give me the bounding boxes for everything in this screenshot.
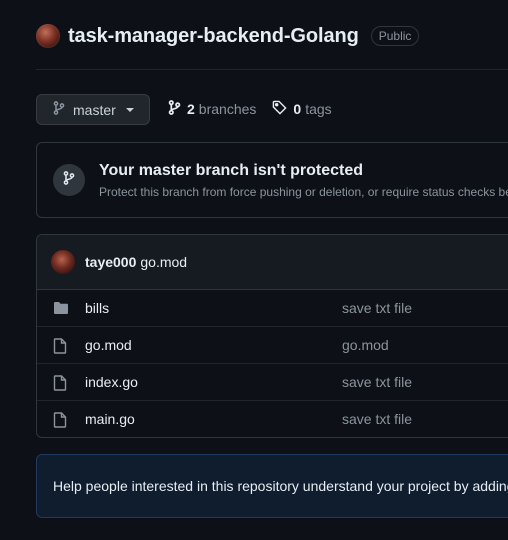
branches-count: 2 <box>187 101 195 117</box>
tags-label: tags <box>305 101 332 117</box>
file-icon <box>53 375 67 394</box>
file-commit-message[interactable]: save txt file <box>342 374 412 390</box>
branch-select-button[interactable]: master <box>36 94 150 125</box>
table-row[interactable]: main.go save txt file <box>37 401 508 437</box>
branch-links: 2 branches 0 tags <box>168 100 332 118</box>
file-name[interactable]: index.go <box>85 374 138 390</box>
branch-protection-banner: Your master branch isn't protected Prote… <box>36 142 508 218</box>
git-branch-icon <box>53 101 65 118</box>
branches-link[interactable]: 2 branches <box>168 100 256 118</box>
header-divider <box>36 69 508 70</box>
repo-page: task-manager-backend-Golang Public maste… <box>0 0 508 540</box>
table-row[interactable]: index.go save txt file <box>37 364 508 401</box>
chevron-down-icon <box>125 107 134 112</box>
avatar[interactable] <box>51 250 75 274</box>
repo-name[interactable]: task-manager-backend-Golang <box>68 25 359 48</box>
file-list: taye000 go.mod bills save txt file go.mo… <box>36 234 508 438</box>
git-branch-icon <box>63 170 75 190</box>
file-icon <box>53 338 67 357</box>
file-commit-message[interactable]: save txt file <box>342 411 412 427</box>
tag-icon <box>272 100 287 118</box>
visibility-badge: Public <box>370 26 420 46</box>
commit-message[interactable]: go.mod <box>140 254 187 270</box>
file-commit-message[interactable]: go.mod <box>342 337 389 353</box>
tags-link[interactable]: 0 tags <box>272 100 332 118</box>
owner-avatar[interactable] <box>36 24 60 48</box>
branches-label: branches <box>198 101 257 117</box>
commit-author[interactable]: taye000 <box>85 254 136 270</box>
file-name[interactable]: bills <box>85 300 109 316</box>
file-icon <box>53 412 67 431</box>
readme-prompt-text: Help people interested in this repositor… <box>53 478 508 494</box>
protect-description: Protect this branch from force pushing o… <box>99 185 508 199</box>
repo-header: task-manager-backend-Golang Public <box>36 24 420 48</box>
table-row[interactable]: bills save txt file <box>37 290 508 327</box>
folder-icon <box>53 301 69 318</box>
file-name[interactable]: main.go <box>85 411 135 427</box>
protect-icon-circle <box>53 164 85 196</box>
readme-prompt-banner: Help people interested in this repositor… <box>36 454 508 518</box>
protect-title: Your master branch isn't protected <box>99 162 364 179</box>
table-row[interactable]: go.mod go.mod <box>37 327 508 364</box>
tags-count: 0 <box>293 101 302 117</box>
latest-commit-header: taye000 go.mod <box>37 235 508 290</box>
file-commit-message[interactable]: save txt file <box>342 300 412 316</box>
file-name[interactable]: go.mod <box>85 337 132 353</box>
branch-name: master <box>73 101 116 118</box>
git-branch-icon <box>168 100 181 118</box>
